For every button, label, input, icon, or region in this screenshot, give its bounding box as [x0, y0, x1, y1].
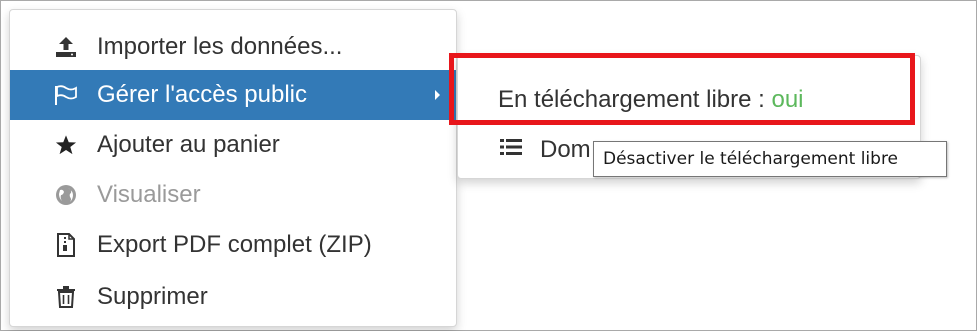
menu-item-label: Ajouter au panier	[97, 131, 280, 158]
menu-item-label: Importer les données...	[97, 33, 343, 60]
tooltip: Désactiver le téléchargement libre	[593, 141, 947, 177]
tooltip-text: Désactiver le téléchargement libre	[603, 149, 899, 169]
trash-icon	[54, 285, 78, 309]
menu-item-visualize[interactable]: Visualiser	[10, 170, 456, 220]
menu-item-label: Supprimer	[97, 283, 208, 310]
submenu-caret-icon	[435, 90, 440, 100]
list-icon	[500, 136, 522, 160]
globe-icon	[54, 183, 78, 207]
submenu-item-second-label: Dom	[540, 136, 591, 163]
dropdown-menu: Importer les données... Gérer l'accès pu…	[9, 9, 457, 327]
zip-file-icon	[54, 233, 78, 257]
menu-item-export-pdf-zip[interactable]: Export PDF complet (ZIP)	[10, 220, 456, 270]
menu-item-add-to-cart[interactable]: Ajouter au panier	[10, 120, 456, 170]
red-highlight-box	[449, 53, 915, 125]
menu-item-manage-public-access[interactable]: Gérer l'accès public	[10, 70, 456, 120]
flag-icon	[54, 83, 78, 107]
menu-item-label: Export PDF complet (ZIP)	[97, 231, 372, 258]
menu-item-label: Gérer l'accès public	[97, 81, 307, 108]
menu-item-delete[interactable]: Supprimer	[10, 272, 456, 322]
upload-icon	[54, 35, 78, 59]
screenshot-frame: Importer les données... Gérer l'accès pu…	[0, 0, 977, 331]
menu-item-import-data[interactable]: Importer les données...	[10, 22, 456, 72]
menu-item-label: Visualiser	[97, 181, 201, 208]
star-icon	[54, 133, 78, 157]
